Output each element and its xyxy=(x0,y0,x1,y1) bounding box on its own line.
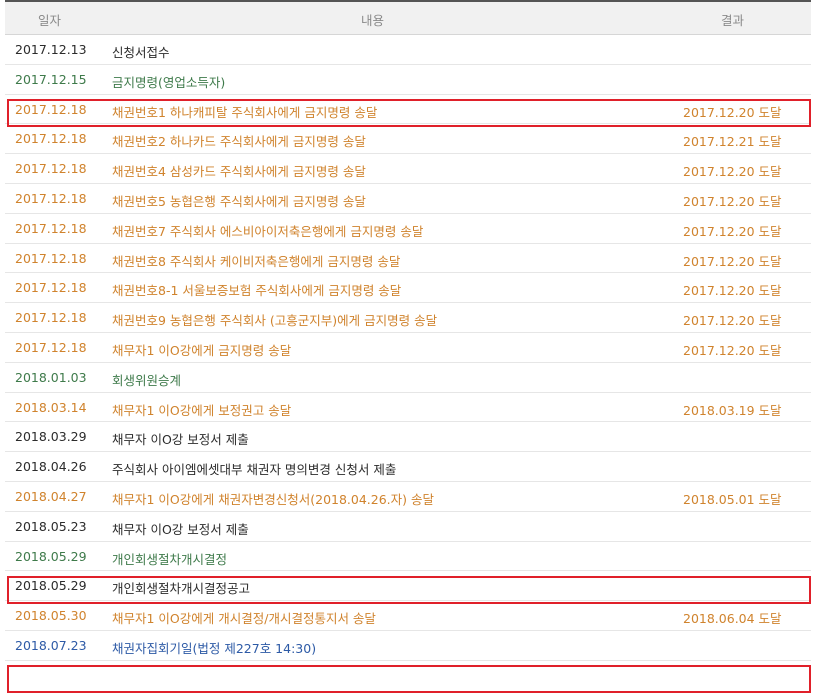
row-content: 신청서접수 xyxy=(112,45,170,60)
row-content: 채권번호1 하나캐피탈 주식회사에게 금지명령 송달 xyxy=(112,104,378,120)
row-result: 2017.12.20 도달 xyxy=(683,253,782,269)
row-result: 2018.03.19 도달 xyxy=(683,402,782,418)
row-content: 채무자 이O강 보정서 제출 xyxy=(112,432,249,448)
table-row: 2017.12.18 채권번호9 농협은행 주식회사 (고흥군지부)에게 금지명령… xyxy=(5,303,811,333)
table-row: 2018.04.26 주식회사 아이엠에셋대부 채권자 명의변경 신청서 제출 xyxy=(5,452,811,482)
row-date: 2018.05.29 xyxy=(15,578,87,594)
row-date: 2018.01.03 xyxy=(15,369,87,385)
table-row: 2017.12.15 금지명령(영업소득자) xyxy=(5,65,811,95)
table-row: 2017.12.18 채권번호8-1 서울보증보험 주식회사에게 금지명령 송달 2… xyxy=(5,273,811,304)
row-result: 2017.12.20 도달 xyxy=(683,193,782,209)
row-date: 2018.03.29 xyxy=(15,429,87,445)
table-row: 2018.04.27 채무자1 이O강에게 채권자변경신청서(2018.04.26… xyxy=(5,482,811,512)
row-date: 2017.12.18 xyxy=(15,280,87,296)
table-row: 2018.05.29 개인회생절차개시결정 xyxy=(5,542,811,572)
table-header: 일자 내용 결과 xyxy=(5,0,811,35)
row-date: 2018.07.23 xyxy=(15,637,87,653)
row-content: 채권번호8 주식회사 케이비저축은행에게 금지명령 송달 xyxy=(112,253,401,269)
table-row: 2018.07.23 채권자집회기일(법정 제227호 14:30) xyxy=(5,631,811,661)
row-date: 2018.05.23 xyxy=(15,518,87,534)
table-row: 2017.12.18 채권번호5 농협은행 주식회사에게 금지명령 송달 2017.… xyxy=(5,184,811,214)
row-content: 채무자1 이O강에게 보정권고 송달 xyxy=(112,402,292,418)
row-date: 2018.04.27 xyxy=(15,488,87,504)
row-result: 2018.06.04 도달 xyxy=(683,611,782,627)
row-result: 2017.12.20 도달 xyxy=(683,104,782,120)
row-content: 채무자 이O강 보정서 제출 xyxy=(112,521,249,537)
row-content: 주식회사 아이엠에셋대부 채권자 명의변경 신청서 제출 xyxy=(112,462,397,478)
row-content: 채무자1 이O강에게 개시결정/개시결정통지서 송달 xyxy=(112,611,376,627)
row-content: 채권번호5 농협은행 주식회사에게 금지명령 송달 xyxy=(112,193,366,209)
row-date: 2017.12.18 xyxy=(15,339,87,355)
row-result: 2017.12.20 도달 xyxy=(683,342,782,358)
case-history-table: 일자 내용 결과 2017.12.13 신청서접수 2017.12.15 금지명령(영… xyxy=(5,0,811,693)
row-content: 회생위원승계 xyxy=(112,372,182,388)
row-date: 2018.05.30 xyxy=(15,608,87,624)
table-row: 2018.03.14 채무자1 이O강에게 보정권고 송달 2018.03.19 도… xyxy=(5,393,811,423)
row-result: 2017.12.20 도달 xyxy=(683,164,782,180)
row-content: 채권번호8-1 서울보증보험 주식회사에게 금지명령 송달 xyxy=(112,283,402,299)
row-content: 금지명령(영업소득자) xyxy=(112,74,226,90)
row-result: 2017.12.20 도달 xyxy=(683,313,782,329)
row-result: 2017.12.21 도달 xyxy=(683,134,782,150)
row-date: 2018.04.26 xyxy=(15,459,87,475)
table-row: 2017.12.18 채무자1 이O강에게 금지명령 송달 2017.12.20 도… xyxy=(5,333,811,363)
row-date: 2018.03.14 xyxy=(15,399,87,415)
row-date: 2018.05.29 xyxy=(15,548,87,564)
table-row: 2017.12.18 채권번호4 삼성카드 주식회사에게 금지명령 송달 2017.… xyxy=(5,154,811,184)
row-date: 2017.12.18 xyxy=(15,190,87,206)
row-content: 채권번호4 삼성카드 주식회사에게 금지명령 송달 xyxy=(112,164,366,180)
table-row: 2017.12.13 신청서접수 xyxy=(5,35,811,65)
row-result: 2017.12.20 도달 xyxy=(683,223,782,239)
table-row: 2017.12.18 채권번호7 주식회사 에스비아이저축은행에게 금지명령 송달… xyxy=(5,214,811,244)
table-row: 2017.12.18 채권번호1 하나캐피탈 주식회사에게 금지명령 송달 2017… xyxy=(5,95,811,125)
row-content: 채권번호2 하나카드 주식회사에게 금지명령 송달 xyxy=(112,134,366,150)
row-content: 개인회생절차개시결정공고 xyxy=(112,581,251,597)
row-content: 채권번호7 주식회사 에스비아이저축은행에게 금지명령 송달 xyxy=(112,223,424,239)
row-content: 채권번호9 농협은행 주식회사 (고흥군지부)에게 금지명령 송달 xyxy=(112,313,438,329)
row-date: 2017.12.15 xyxy=(15,71,87,87)
row-date: 2017.12.13 xyxy=(15,42,87,57)
table-row: 2017.12.18 채권번호8 주식회사 케이비저축은행에게 금지명령 송달 20… xyxy=(5,244,811,274)
table-row: 2018.01.03 회생위원승계 xyxy=(5,363,811,393)
header-content: 내용 xyxy=(361,13,385,28)
table-row: 2018.05.23 채무자 이O강 보정서 제출 xyxy=(5,512,811,542)
row-date: 2017.12.18 xyxy=(15,101,87,117)
table-row: 2018.03.29 채무자 이O강 보정서 제출 xyxy=(5,422,811,453)
table-body: 2017.12.13 신청서접수 2017.12.15 금지명령(영업소득자) 2017… xyxy=(5,35,811,661)
row-date: 2017.12.18 xyxy=(15,220,87,236)
row-date: 2017.12.18 xyxy=(15,131,87,147)
header-date: 일자 xyxy=(38,13,62,28)
row-result: 2018.05.01 도달 xyxy=(683,491,782,507)
highlight-box xyxy=(7,665,811,693)
row-content: 채권자집회기일(법정 제227호 14:30) xyxy=(112,640,317,656)
table-row: 2018.05.30 채무자1 이O강에게 개시결정/개시결정통지서 송달 2018… xyxy=(5,601,811,631)
row-content: 채무자1 이O강에게 채권자변경신청서(2018.04.26.자) 송달 xyxy=(112,491,435,507)
row-content: 개인회생절차개시결정 xyxy=(112,551,228,567)
row-date: 2017.12.18 xyxy=(15,310,87,326)
row-content: 채무자1 이O강에게 금지명령 송달 xyxy=(112,342,292,358)
row-result: 2017.12.20 도달 xyxy=(683,283,782,299)
row-date: 2017.12.18 xyxy=(15,250,87,266)
table-row: 2017.12.18 채권번호2 하나카드 주식회사에게 금지명령 송달 2017.… xyxy=(5,124,811,155)
table-row: 2018.05.29 개인회생절차개시결정공고 xyxy=(5,571,811,602)
header-result: 결과 xyxy=(721,13,745,28)
row-date: 2017.12.18 xyxy=(15,161,87,177)
